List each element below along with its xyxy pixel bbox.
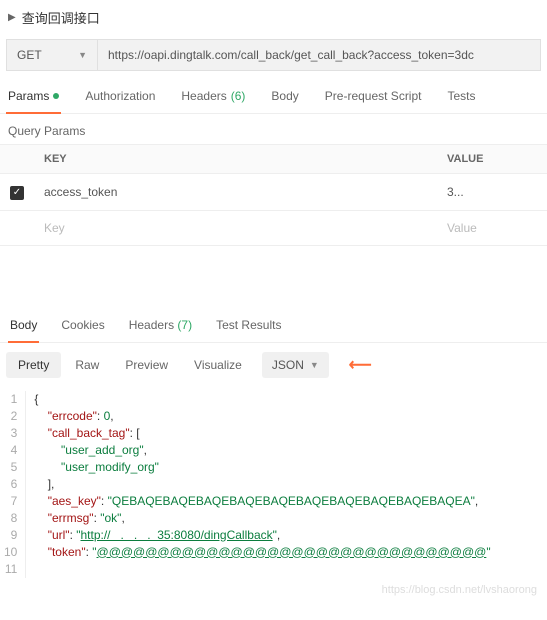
json-content: { "errcode": 0, "call_back_tag": [ "user… — [34, 391, 490, 578]
col-value: VALUE — [437, 145, 547, 174]
tab-tests[interactable]: Tests — [445, 81, 477, 113]
request-section-header[interactable]: ▶ 查询回调接口 — [0, 0, 547, 35]
wrap-lines-icon[interactable]: ⟵ — [343, 351, 378, 379]
response-view-bar: Pretty Raw Preview Visualize JSON ▼ ⟵ — [0, 343, 547, 387]
table-row[interactable]: ✓ access_token 3... — [0, 174, 547, 211]
view-pretty[interactable]: Pretty — [6, 352, 61, 378]
tab-params[interactable]: Params — [6, 81, 61, 113]
request-bar: GET ▼ https://oapi.dingtalk.com/call_bac… — [6, 39, 541, 71]
query-params-table: KEY VALUE ✓ access_token 3... Key Value — [0, 144, 547, 246]
view-raw[interactable]: Raw — [63, 352, 111, 378]
http-method-value: GET — [17, 48, 42, 62]
tab-headers[interactable]: Headers (6) — [179, 81, 247, 113]
view-preview[interactable]: Preview — [113, 352, 180, 378]
resp-tab-headers[interactable]: Headers (7) — [127, 312, 194, 342]
resp-tab-cookies[interactable]: Cookies — [59, 312, 106, 342]
collapse-triangle-icon: ▶ — [8, 12, 16, 23]
url-input[interactable]: https://oapi.dingtalk.com/call_back/get_… — [98, 39, 541, 71]
col-key: KEY — [34, 145, 437, 174]
col-check — [0, 145, 34, 174]
param-key[interactable]: access_token — [34, 174, 437, 211]
checkbox-checked-icon[interactable]: ✓ — [10, 186, 24, 200]
request-tabs: Params Authorization Headers (6) Body Pr… — [0, 81, 547, 114]
request-title: 查询回调接口 — [22, 8, 100, 27]
view-visualize[interactable]: Visualize — [182, 352, 254, 378]
param-value-placeholder[interactable]: Value — [437, 210, 547, 245]
line-gutter: 1234567891011 — [0, 391, 26, 578]
tab-prerequest[interactable]: Pre-request Script — [323, 81, 424, 113]
chevron-down-icon: ▼ — [310, 360, 319, 370]
response-tabs: Body Cookies Headers (7) Test Results — [0, 306, 547, 343]
table-row-new[interactable]: Key Value — [0, 210, 547, 245]
chevron-down-icon: ▼ — [78, 50, 87, 60]
response-body-code[interactable]: 1234567891011 { "errcode": 0, "call_back… — [0, 387, 547, 588]
tab-authorization[interactable]: Authorization — [83, 81, 157, 113]
watermark: https://blog.csdn.net/lvshaorong — [0, 584, 547, 596]
resp-tab-body[interactable]: Body — [8, 312, 39, 342]
query-params-title: Query Params — [0, 114, 547, 144]
http-method-select[interactable]: GET ▼ — [6, 39, 98, 71]
param-value[interactable]: 3... — [437, 174, 547, 211]
param-key-placeholder[interactable]: Key — [34, 210, 437, 245]
params-active-dot-icon — [53, 93, 59, 99]
tab-body[interactable]: Body — [269, 81, 300, 113]
resp-tab-testresults[interactable]: Test Results — [214, 312, 283, 342]
response-type-select[interactable]: JSON ▼ — [262, 352, 329, 378]
